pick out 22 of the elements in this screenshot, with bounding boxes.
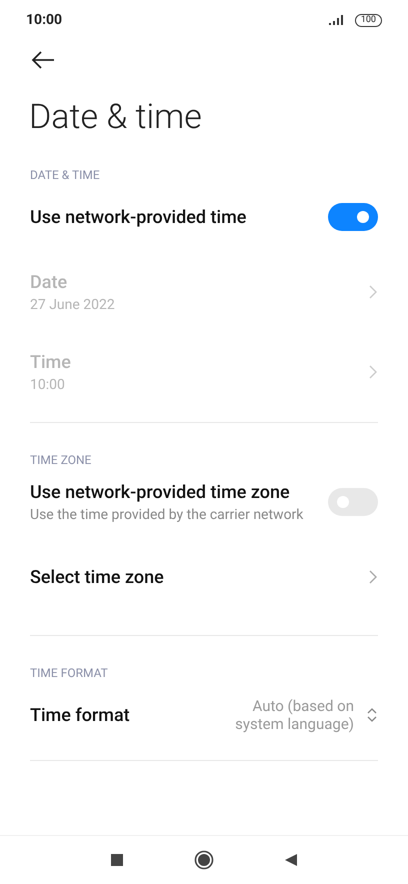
page-title: Date & time xyxy=(29,96,203,138)
setting-summary: 10:00 xyxy=(30,376,66,392)
section-header: TIME ZONE xyxy=(30,452,92,467)
setting-summary: Use the time provided by the carrier network xyxy=(30,506,304,522)
toggle-switch[interactable] xyxy=(328,203,378,231)
back-arrow-icon[interactable] xyxy=(30,50,56,70)
setting-title[interactable]: Select time zone xyxy=(30,566,356,588)
setting-title[interactable]: Use network-provided time xyxy=(30,206,316,228)
setting-title[interactable]: Time format xyxy=(30,704,212,726)
setting-summary: 27 June 2022 xyxy=(30,296,116,312)
battery-level: 100 xyxy=(354,14,382,26)
home-circle-icon[interactable] xyxy=(194,850,214,870)
signal-icon xyxy=(328,15,345,25)
back-triangle-icon[interactable] xyxy=(284,853,298,867)
chevron-right-icon xyxy=(368,284,378,300)
recents-square-icon[interactable] xyxy=(110,853,124,867)
section-header: TIME FORMAT xyxy=(30,665,109,680)
chevron-right-icon xyxy=(368,569,378,585)
section-header: DATE & TIME xyxy=(30,167,101,182)
chevron-right-icon xyxy=(368,364,378,380)
setting-title[interactable]: Use network-provided time zone xyxy=(30,482,316,502)
status-time: 10:00 xyxy=(26,12,62,28)
